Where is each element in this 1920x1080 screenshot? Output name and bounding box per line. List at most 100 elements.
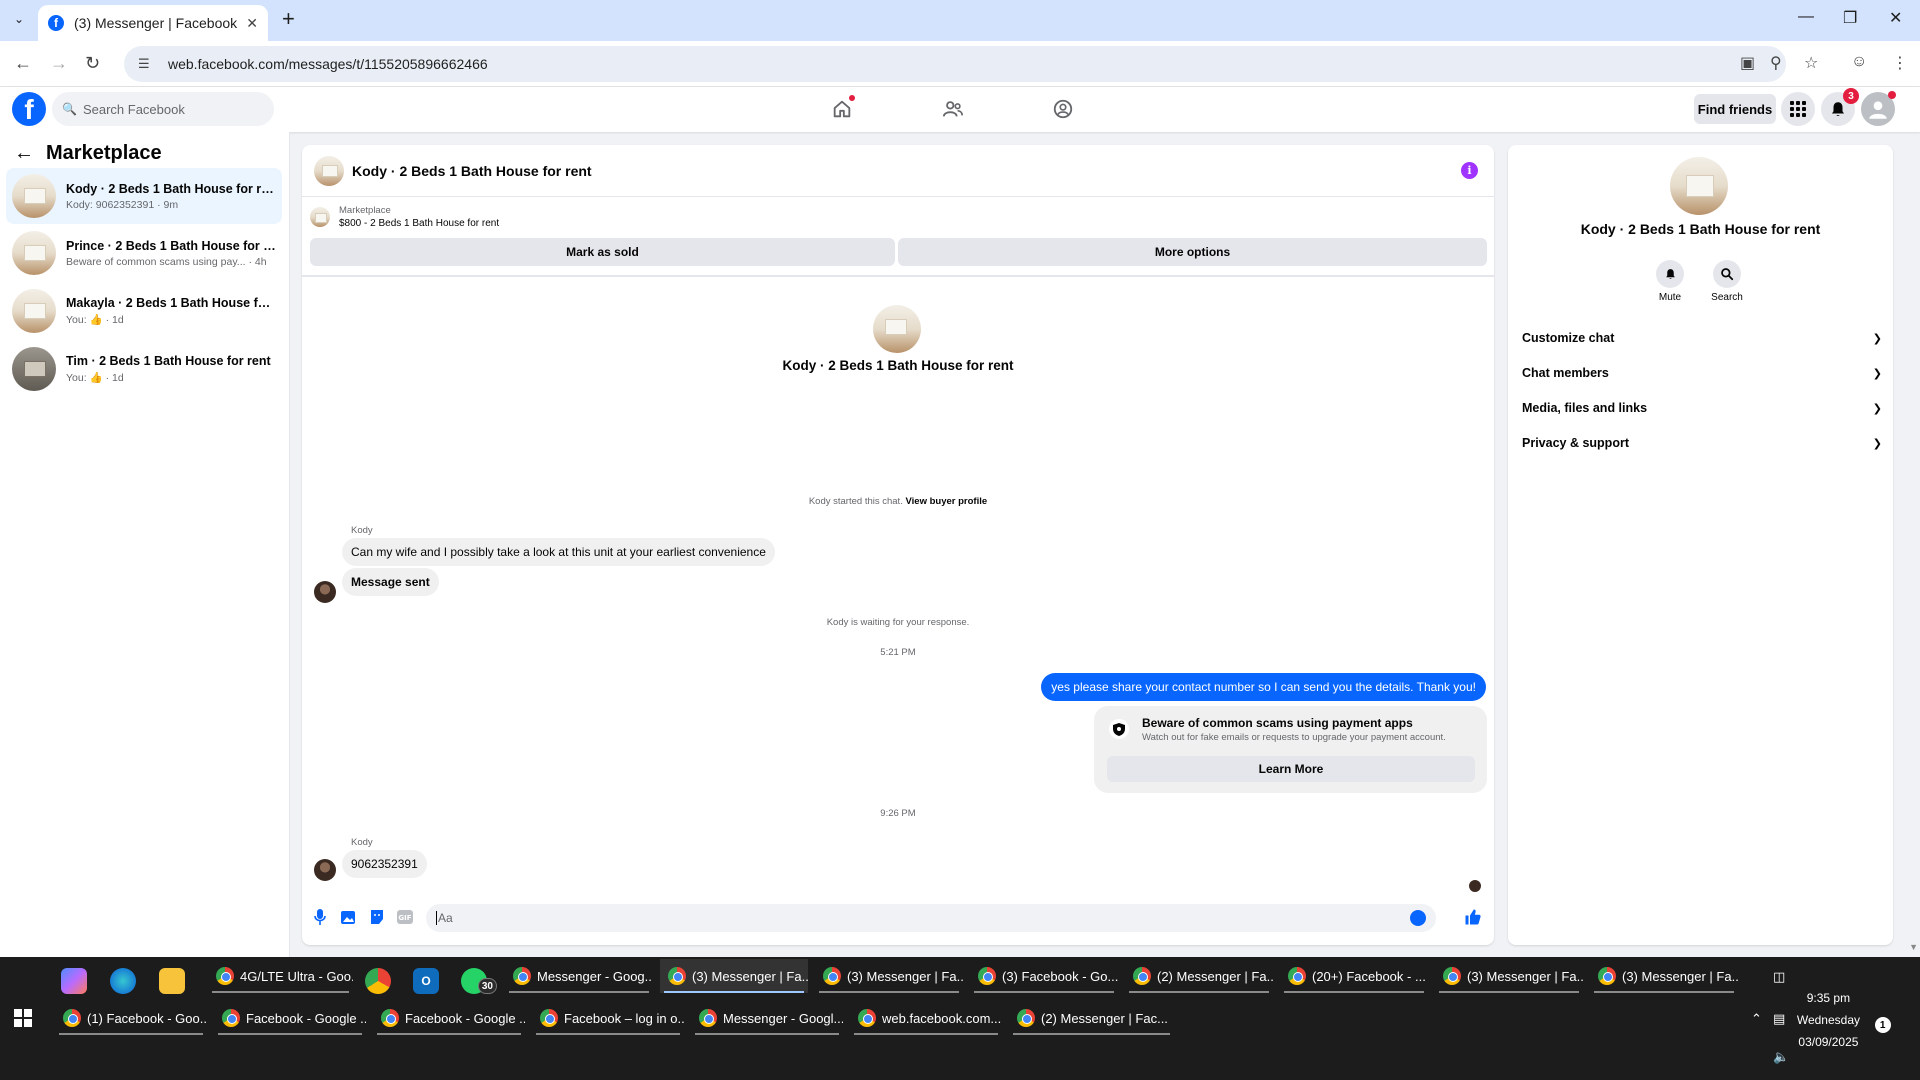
find-friends-button[interactable]: Find friends xyxy=(1694,94,1776,124)
chat-title[interactable]: Kody · 2 Beds 1 Bath House for rent xyxy=(352,163,592,179)
account-avatar[interactable] xyxy=(1861,91,1896,126)
window-close-icon[interactable]: ✕ xyxy=(1889,8,1902,28)
tray-device-icon[interactable]: ◫ xyxy=(1773,969,1785,985)
taskbar-window[interactable]: (20+) Facebook - ... xyxy=(1280,959,1428,993)
incoming-message[interactable]: Can my wife and I possibly take a look a… xyxy=(342,538,775,566)
conversation-item-prince[interactable]: Prince · 2 Beds 1 Bath House for rent Be… xyxy=(6,225,282,281)
listing-thumbnail[interactable] xyxy=(310,207,330,227)
groups-nav-icon[interactable] xyxy=(1048,97,1078,121)
more-options-button[interactable]: More options xyxy=(898,238,1487,266)
gif-icon[interactable]: GIF xyxy=(396,908,414,926)
taskbar-window[interactable]: Facebook - Google ... xyxy=(373,1001,525,1035)
conversation-info-icon[interactable]: i xyxy=(1461,162,1478,179)
listing-price-title[interactable]: $800 - 2 Beds 1 Bath House for rent xyxy=(339,218,499,229)
taskbar-window[interactable]: web.facebook.com... xyxy=(850,1001,1002,1035)
conversation-item-makayla[interactable]: Makayla · 2 Beds 1 Bath House for ... Yo… xyxy=(6,283,282,339)
new-tab-plus-icon[interactable]: + xyxy=(282,8,295,30)
taskbar-window[interactable]: (3) Messenger | Fa... xyxy=(815,959,963,993)
microphone-icon[interactable] xyxy=(311,908,329,926)
menu-grid-icon[interactable] xyxy=(1781,92,1815,126)
browser-tab-active[interactable]: f (3) Messenger | Facebook ✕ xyxy=(38,5,268,41)
taskbar-window[interactable]: (3) Messenger | Fa... xyxy=(1590,959,1738,993)
search-icon: 🔍 xyxy=(62,102,77,116)
taskbar-window[interactable]: (3) Facebook - Go... xyxy=(970,959,1118,993)
taskbar-window[interactable]: Facebook - Google ... xyxy=(214,1001,366,1035)
back-arrow-icon[interactable]: ← xyxy=(14,142,34,165)
bookmark-star-icon[interactable]: ☆ xyxy=(1804,53,1818,73)
network-icon[interactable]: ▤ xyxy=(1773,1011,1785,1027)
kody-avatar[interactable] xyxy=(314,581,336,603)
friends-nav-icon[interactable] xyxy=(938,97,968,121)
incoming-message[interactable]: Message sent xyxy=(342,568,439,596)
taskbar-window[interactable]: Facebook – log in o... xyxy=(532,1001,684,1035)
site-info-icon[interactable]: ☰ xyxy=(138,56,154,72)
taskbar-window[interactable]: (3) Messenger | Fa... xyxy=(1435,959,1583,993)
incoming-message[interactable]: 9062352391 xyxy=(342,850,427,878)
chrome-icon xyxy=(699,1009,717,1027)
facebook-search-input[interactable]: 🔍 Search Facebook xyxy=(52,92,274,126)
notification-center-icon[interactable]: ▫ 1 xyxy=(1874,1011,1891,1033)
address-bar[interactable]: ☰ web.facebook.com/messages/t/1155205896… xyxy=(124,46,1786,82)
conversation-preview: You: 👍 · 1d xyxy=(66,313,276,326)
mute-button[interactable]: Mute xyxy=(1645,260,1695,303)
sticker-icon[interactable] xyxy=(368,908,386,926)
file-explorer-icon[interactable] xyxy=(159,968,185,994)
outgoing-message[interactable]: yes please share your contact number so … xyxy=(1041,673,1486,701)
photo-icon[interactable] xyxy=(340,908,358,926)
chrome-icon xyxy=(978,967,996,985)
taskbar-window[interactable]: (2) Messenger | Fa... xyxy=(1125,959,1273,993)
chrome-icon xyxy=(63,1009,81,1027)
chat-members-section[interactable]: Chat members ❯ xyxy=(1522,358,1882,388)
scroll-down-arrow-icon[interactable]: ▼ xyxy=(1909,942,1918,952)
forward-arrow-icon[interactable]: → xyxy=(50,53,68,74)
copilot-icon[interactable] xyxy=(61,968,87,994)
minimize-icon[interactable]: — xyxy=(1798,8,1814,26)
edge-browser-icon[interactable] xyxy=(110,968,136,994)
taskbar-window-active[interactable]: (3) Messenger | Fa... xyxy=(660,959,808,993)
windows-start-icon[interactable] xyxy=(14,1009,32,1027)
tray-overflow-chevron-icon[interactable]: ⌃ xyxy=(1751,1011,1762,1027)
tab-search-chevron-icon[interactable]: ⌄ xyxy=(8,8,30,30)
privacy-support-section[interactable]: Privacy & support ❯ xyxy=(1522,428,1882,458)
restore-icon[interactable]: ❐ xyxy=(1843,8,1857,28)
facebook-logo-icon[interactable]: f xyxy=(12,92,46,126)
waiting-notice: Kody is waiting for your response. xyxy=(826,617,970,628)
install-app-icon[interactable]: ▣ xyxy=(1740,53,1755,73)
learn-more-button[interactable]: Learn More xyxy=(1107,756,1475,782)
taskbar-window[interactable]: Messenger - Googl... xyxy=(691,1001,843,1035)
search-conversation-button[interactable]: Search xyxy=(1702,260,1752,303)
browser-menu-icon[interactable]: ⋮ xyxy=(1892,53,1908,73)
outlook-icon[interactable]: O xyxy=(413,968,439,994)
back-arrow-icon[interactable]: ← xyxy=(14,53,32,74)
notification-count-badge: 3 xyxy=(1843,88,1859,104)
taskbar-window[interactable]: (1) Facebook - Goo... xyxy=(55,1001,207,1035)
whatsapp-icon[interactable]: 30 xyxy=(461,968,497,994)
like-thumbs-up-icon[interactable] xyxy=(1464,908,1482,926)
mark-as-sold-button[interactable]: Mark as sold xyxy=(310,238,895,266)
conversation-item-tim[interactable]: Tim · 2 Beds 1 Bath House for rent You: … xyxy=(6,341,282,397)
conversation-name: Prince · 2 Beds 1 Bath House for rent xyxy=(66,238,276,253)
taskbar-window[interactable]: Messenger - Goog... xyxy=(505,959,653,993)
chat-listing-thumbnail[interactable] xyxy=(314,155,344,186)
chrome-icon[interactable] xyxy=(365,968,391,994)
conversation-item-kody[interactable]: Kody · 2 Beds 1 Bath House for rent Kody… xyxy=(6,168,282,224)
profile-icon[interactable]: ☺ xyxy=(1851,53,1867,71)
kody-avatar[interactable] xyxy=(314,859,336,881)
tab-close-icon[interactable]: ✕ xyxy=(246,15,258,32)
notifications-bell-icon[interactable]: 3 xyxy=(1821,88,1859,126)
reload-icon[interactable]: ↻ xyxy=(85,53,100,74)
media-files-links-section[interactable]: Media, files and links ❯ xyxy=(1522,393,1882,423)
bell-icon xyxy=(1656,260,1684,288)
system-clock[interactable]: 9:35 pm Wednesday 03/09/2025 xyxy=(1797,987,1860,1053)
preview-prefix: You: xyxy=(66,372,87,384)
customize-chat-section[interactable]: Customize chat ❯ xyxy=(1522,323,1882,353)
taskbar-window[interactable]: (2) Messenger | Fac... xyxy=(1009,1001,1174,1035)
zoom-icon[interactable]: ⚲ xyxy=(1770,53,1782,73)
view-buyer-profile-link[interactable]: View buyer profile xyxy=(905,496,987,507)
volume-icon[interactable]: 🔈 xyxy=(1773,1049,1789,1065)
timestamp: 9:26 PM xyxy=(880,808,916,819)
emoji-icon[interactable] xyxy=(1410,910,1426,926)
home-nav-icon[interactable] xyxy=(827,95,857,121)
message-input[interactable]: Aa xyxy=(426,904,1436,932)
taskbar-window[interactable]: 4G/LTE Ultra - Goo... xyxy=(208,959,353,993)
